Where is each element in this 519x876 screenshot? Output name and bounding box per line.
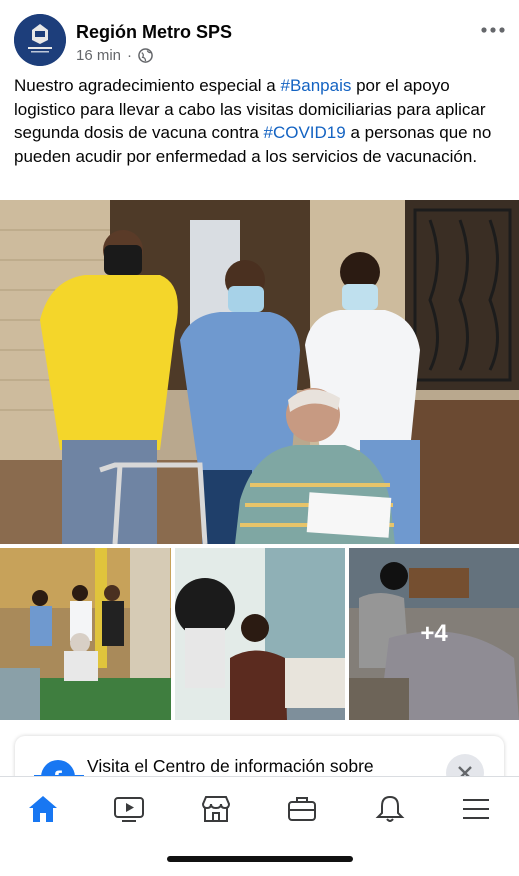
- more-options-icon[interactable]: [479, 22, 507, 38]
- info-card-text[interactable]: Visita el Centro de información sobre: [87, 756, 374, 777]
- page-avatar[interactable]: [14, 14, 66, 66]
- seal-icon: [14, 14, 66, 66]
- post-time[interactable]: 16 min: [76, 47, 121, 64]
- post-text-part: Nuestro agradecimiento especial a: [14, 76, 281, 95]
- tab-notifications[interactable]: [360, 777, 420, 841]
- post-header: Región Metro SPS 16 min ·: [0, 0, 519, 70]
- main-photo[interactable]: [0, 200, 519, 544]
- meta-separator: ·: [127, 47, 133, 64]
- tab-home[interactable]: [13, 777, 73, 841]
- photo-thumbnail[interactable]: [175, 548, 345, 720]
- page-name[interactable]: Región Metro SPS: [76, 22, 232, 43]
- more-photos-count: +4: [420, 620, 448, 647]
- tab-menu[interactable]: [446, 777, 506, 841]
- marketplace-icon: [201, 796, 231, 822]
- photo-thumbnail[interactable]: [0, 548, 171, 720]
- more-photos-overlay[interactable]: +4: [349, 548, 519, 720]
- hashtag-link[interactable]: #COVID19: [264, 123, 346, 142]
- bell-icon: [375, 795, 405, 822]
- tab-marketplace[interactable]: [186, 777, 246, 841]
- watch-icon: [114, 797, 144, 822]
- hashtag-link[interactable]: #Banpais: [280, 76, 351, 95]
- menu-icon: [463, 799, 489, 819]
- home-indicator[interactable]: [167, 856, 353, 862]
- tab-watch[interactable]: [99, 777, 159, 841]
- photo-thumbnail[interactable]: +4: [349, 548, 519, 720]
- home-icon: [29, 796, 57, 822]
- post-text: Nuestro agradecimiento especial a #Banpa…: [14, 74, 509, 168]
- globe-icon: [138, 48, 153, 63]
- tab-groups[interactable]: [272, 777, 332, 841]
- post-meta: 16 min ·: [76, 47, 153, 64]
- briefcase-icon: [288, 797, 316, 821]
